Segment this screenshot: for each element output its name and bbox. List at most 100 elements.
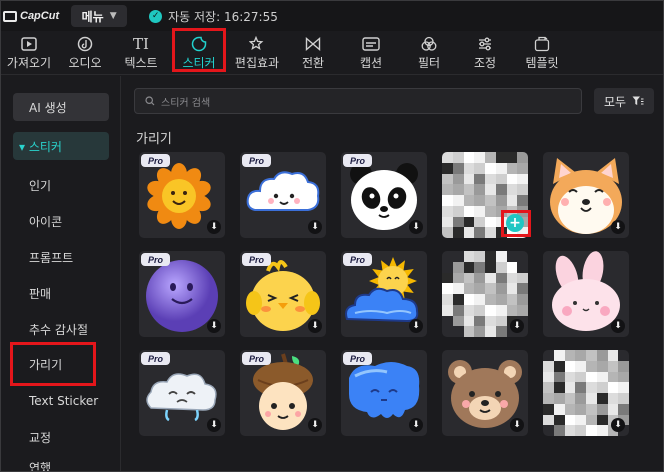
sticker-item-sun-flower[interactable]: Pro ⬇ bbox=[139, 152, 225, 238]
sticker-panel: 스티커 검색 모두 가리기 Pro ⬇ Pro ⬇ Pro ⬇ + ⬇ Pro ⬇ Pro ⬇ Pro ⬇… bbox=[122, 76, 663, 471]
sticker-item-blue-blob[interactable]: Pro ⬇ bbox=[341, 350, 427, 436]
sidebar-item-prompt[interactable]: 프롬프트 bbox=[13, 243, 109, 271]
download-icon[interactable]: ⬇ bbox=[207, 319, 221, 333]
pro-badge: Pro bbox=[242, 352, 271, 365]
sidebar-item-label: 가리기 bbox=[29, 357, 63, 372]
sidebar-item-label: 판매 bbox=[29, 286, 52, 301]
tab-effects-label: 편집효과 bbox=[234, 56, 280, 70]
sticker-item-bear-face[interactable]: ⬇ bbox=[442, 350, 528, 436]
sticker-item-pink-bunny[interactable]: ⬇ bbox=[543, 251, 629, 337]
tab-text-label: 텍스트 bbox=[124, 56, 158, 70]
sticker-item-yellow-chick[interactable]: Pro ⬇ bbox=[240, 251, 326, 337]
sticker-search-input[interactable]: 스티커 검색 bbox=[134, 88, 582, 114]
tab-transition-label: 전환 bbox=[301, 56, 325, 70]
download-icon[interactable]: ⬇ bbox=[510, 418, 524, 432]
tab-sticker[interactable]: 스티커 bbox=[173, 34, 225, 74]
pro-badge: Pro bbox=[242, 253, 271, 266]
download-icon[interactable]: ⬇ bbox=[611, 319, 625, 333]
sidebar-item-ai-generate[interactable]: AI 생성 bbox=[13, 93, 109, 121]
section-title: 가리기 bbox=[136, 132, 172, 147]
pro-badge: Pro bbox=[242, 154, 271, 167]
sidebar-item-label: 교정 bbox=[29, 430, 52, 445]
sticker-item-pixel-mosaic-blob[interactable]: ⬇ bbox=[543, 350, 629, 436]
text-icon: TI bbox=[133, 35, 149, 53]
tab-text[interactable]: TI 텍스트 bbox=[119, 34, 163, 74]
sticker-item-pixel-mosaic-square[interactable]: + bbox=[442, 152, 528, 238]
sidebar-item-label: 인기 bbox=[29, 178, 52, 193]
download-icon[interactable]: ⬇ bbox=[611, 418, 625, 432]
sticker-item-corgi[interactable]: ⬇ bbox=[543, 152, 629, 238]
menu-label: 메뉴 bbox=[81, 9, 104, 24]
sticker-item-panda[interactable]: Pro ⬇ bbox=[341, 152, 427, 238]
template-icon bbox=[534, 34, 550, 54]
download-icon[interactable]: ⬇ bbox=[409, 220, 423, 234]
title-bar: CapCut 메뉴 ▼ ✓ 자동 저장: 16:27:55 bbox=[1, 1, 663, 31]
pro-badge: Pro bbox=[141, 352, 170, 365]
search-icon bbox=[145, 96, 155, 106]
filter-funnel-icon bbox=[632, 96, 644, 105]
caption-icon bbox=[362, 34, 380, 54]
download-icon[interactable]: ⬇ bbox=[409, 418, 423, 432]
sidebar-item-correction[interactable]: 교정 bbox=[13, 423, 109, 451]
sticker-icon bbox=[191, 34, 207, 54]
tab-transition[interactable]: 전환 bbox=[291, 34, 335, 74]
tab-adjust[interactable]: 조정 bbox=[463, 34, 507, 74]
transition-icon bbox=[305, 34, 321, 54]
sidebar-item-popular[interactable]: 인기 bbox=[13, 171, 109, 199]
sidebar-item-more[interactable]: 연했 bbox=[13, 458, 109, 472]
sidebar-item-label: Text Sticker bbox=[29, 394, 99, 408]
download-icon[interactable]: ⬇ bbox=[207, 220, 221, 234]
sticker-item-sun-behind-cloud[interactable]: Pro ⬇ bbox=[341, 251, 427, 337]
effects-icon bbox=[249, 34, 265, 54]
tab-template[interactable]: 템플릿 bbox=[515, 34, 569, 74]
tab-sticker-label: 스티커 bbox=[182, 56, 216, 70]
pro-badge: Pro bbox=[141, 154, 170, 167]
capcut-window: CapCut 메뉴 ▼ ✓ 자동 저장: 16:27:55 가져오기 오디오 T… bbox=[0, 0, 664, 472]
autosave-text: 자동 저장: 16:27:55 bbox=[168, 9, 278, 24]
sticker-item-pixel-mosaic-circle[interactable]: ⬇ bbox=[442, 251, 528, 337]
tab-caption-label: 캡션 bbox=[359, 56, 383, 70]
pro-badge: Pro bbox=[343, 253, 372, 266]
filter-all-button[interactable]: 모두 bbox=[594, 88, 654, 114]
sticker-item-cloud[interactable]: Pro ⬇ bbox=[240, 152, 326, 238]
capcut-logo-icon bbox=[3, 10, 17, 22]
menu-button[interactable]: 메뉴 ▼ bbox=[71, 5, 128, 27]
download-icon[interactable]: ⬇ bbox=[308, 220, 322, 234]
download-icon[interactable]: ⬇ bbox=[308, 418, 322, 432]
tab-import[interactable]: 가져오기 bbox=[3, 34, 55, 74]
download-icon[interactable]: ⬇ bbox=[510, 319, 524, 333]
tab-filter[interactable]: 필터 bbox=[407, 34, 451, 74]
pro-badge: Pro bbox=[343, 352, 372, 365]
sidebar-item-sale[interactable]: 판매 bbox=[13, 279, 109, 307]
sidebar-item-text-sticker[interactable]: Text Sticker bbox=[13, 387, 109, 415]
app-logo: CapCut bbox=[3, 10, 59, 22]
sidebar-item-label: AI 생성 bbox=[29, 100, 67, 115]
download-icon[interactable]: ⬇ bbox=[207, 418, 221, 432]
sticker-item-crying-cloud[interactable]: Pro ⬇ bbox=[139, 350, 225, 436]
tab-audio[interactable]: 오디오 bbox=[61, 34, 109, 74]
autosave-status: ✓ 자동 저장: 16:27:55 bbox=[149, 8, 278, 25]
chevron-down-icon: ▼ bbox=[109, 11, 117, 21]
audio-icon bbox=[77, 34, 93, 54]
sticker-item-purple-fluff-ball[interactable]: Pro ⬇ bbox=[139, 251, 225, 337]
pro-badge: Pro bbox=[141, 253, 170, 266]
tab-caption[interactable]: 캡션 bbox=[349, 34, 393, 74]
tab-effects[interactable]: 편집효과 bbox=[231, 34, 283, 74]
sticker-item-acorn-character[interactable]: Pro ⬇ bbox=[240, 350, 326, 436]
sidebar-item-label: 연했 bbox=[29, 460, 52, 472]
download-icon[interactable]: ⬇ bbox=[308, 319, 322, 333]
download-icon[interactable]: ⬇ bbox=[409, 319, 423, 333]
sidebar-item-cover[interactable]: 가리기 bbox=[13, 350, 109, 378]
sidebar-item-thanksgiving[interactable]: 추수 감사절 bbox=[13, 315, 109, 343]
download-icon[interactable]: ⬇ bbox=[611, 220, 625, 234]
search-placeholder: 스티커 검색 bbox=[161, 97, 211, 109]
tab-template-label: 템플릿 bbox=[525, 56, 559, 70]
sidebar-item-icons[interactable]: 아이콘 bbox=[13, 207, 109, 235]
tab-import-label: 가져오기 bbox=[6, 56, 52, 70]
scrollbar[interactable] bbox=[659, 76, 663, 471]
add-sticker-button[interactable]: + bbox=[506, 214, 524, 232]
adjust-icon bbox=[477, 34, 493, 54]
sidebar-item-sticker[interactable]: ▾ 스티커 bbox=[13, 132, 109, 160]
pro-badge: Pro bbox=[343, 154, 372, 167]
sidebar-item-label: ▾ 스티커 bbox=[19, 139, 62, 154]
